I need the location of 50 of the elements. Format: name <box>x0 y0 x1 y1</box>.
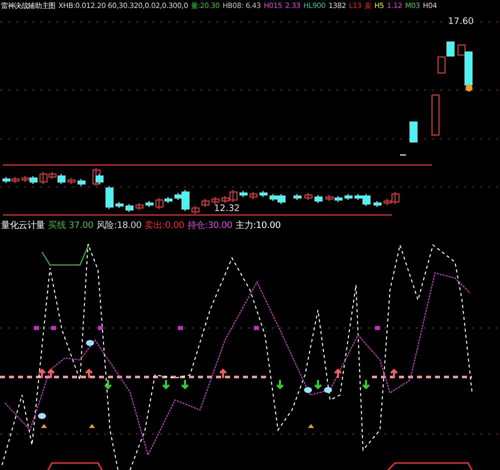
square-marker <box>98 326 103 330</box>
triangle-icon <box>89 424 95 428</box>
candlestick <box>304 192 312 200</box>
down-arrow-icon <box>276 379 284 390</box>
candlestick <box>374 200 382 208</box>
indicator-value: 37.00 <box>68 220 94 232</box>
up-arrow-icon <box>390 368 398 379</box>
signal-icon <box>466 84 472 92</box>
square-marker <box>178 326 183 330</box>
indicator-value: 主力:10.00 <box>235 220 281 232</box>
candlestick <box>410 122 418 142</box>
square-marker <box>254 326 259 330</box>
square-marker <box>51 326 56 330</box>
triangle-icon <box>41 424 47 428</box>
candlestick <box>294 194 302 200</box>
indicator-value: 持仓:30.00 <box>187 220 232 232</box>
indicator-value: 卖出:0.00 <box>144 220 184 232</box>
down-arrow-icon <box>104 379 112 390</box>
price-label: 12.32 <box>214 204 240 214</box>
candlestick <box>250 192 258 200</box>
triangle-icon <box>308 424 314 428</box>
candlestick <box>106 186 114 210</box>
candlestick <box>68 178 76 184</box>
candlestick <box>116 202 124 208</box>
candlestick <box>146 200 154 208</box>
candlestick <box>400 154 406 156</box>
indicator-value: 买线 <box>48 220 66 232</box>
up-arrow-icon <box>85 368 93 379</box>
candlestick <box>314 194 322 204</box>
indicator-value: 风险:18.00 <box>96 220 142 232</box>
candlestick <box>126 204 134 212</box>
square-marker <box>34 326 39 330</box>
candlestick <box>212 196 220 204</box>
candlestick <box>344 194 352 200</box>
price-label: 17.60 <box>448 17 474 27</box>
candlestick <box>260 190 268 198</box>
down-arrow-icon <box>181 379 189 390</box>
down-arrow-icon <box>362 379 370 390</box>
up-arrow-icon <box>334 368 342 379</box>
candlestick <box>192 206 200 214</box>
down-arrow-icon <box>162 379 170 390</box>
candlestick <box>240 190 248 198</box>
candlestick <box>136 202 144 210</box>
down-arrow-icon <box>314 379 322 390</box>
up-arrow-icon <box>219 368 227 379</box>
candlestick <box>202 198 210 208</box>
candlestick <box>78 178 86 186</box>
indicator-title: 量化云计量 <box>1 220 46 232</box>
square-marker <box>375 326 380 330</box>
candlestick <box>432 94 440 136</box>
